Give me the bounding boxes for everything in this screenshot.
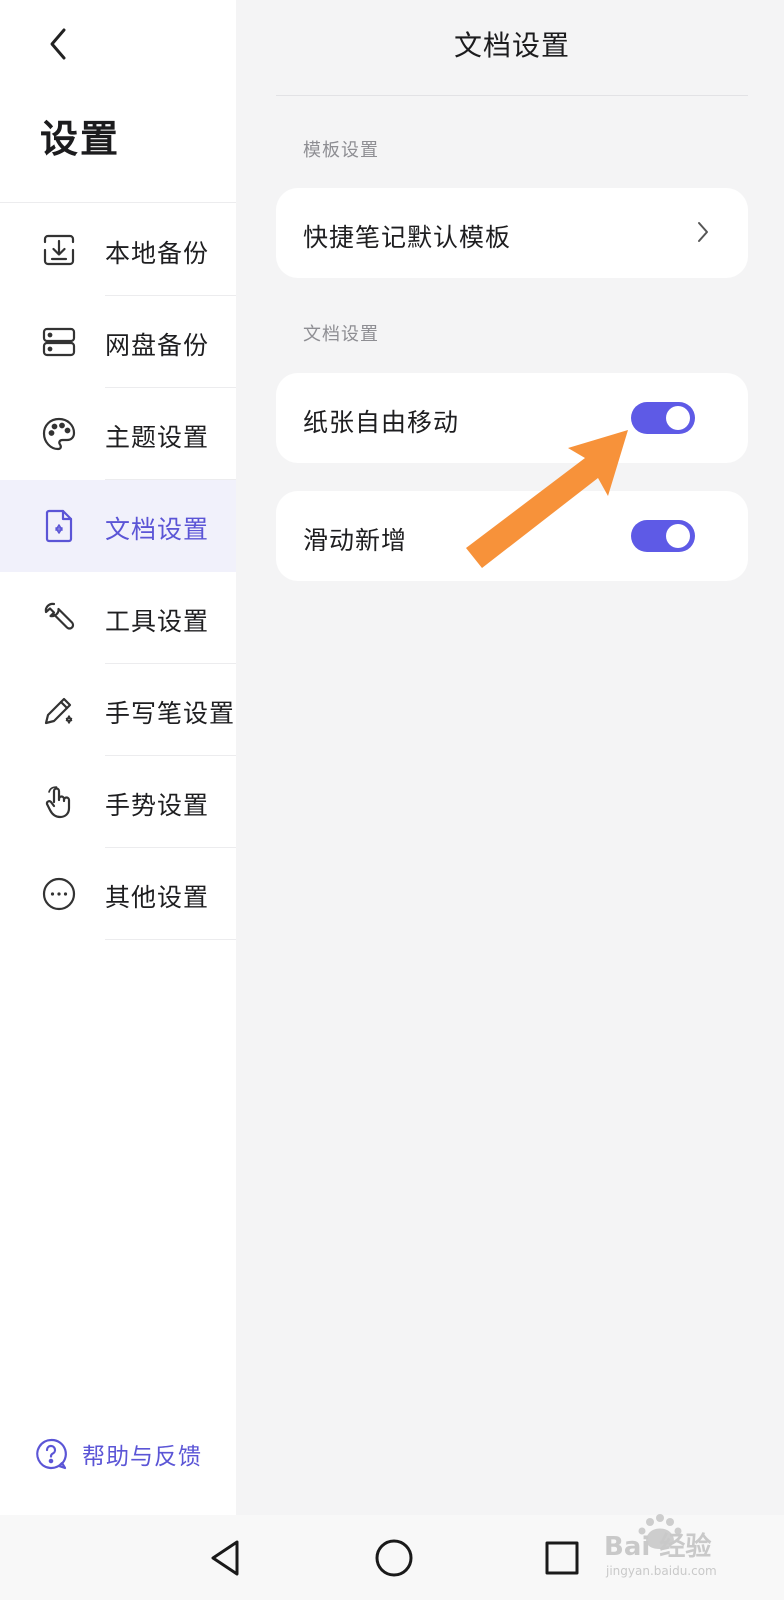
nav-item-label: 其他设置	[105, 883, 210, 912]
baidu-jingyan-watermark: Bai 经验 jingyan.baidu.com	[604, 1514, 717, 1578]
annotation-arrow	[466, 430, 628, 568]
cloud-backup-icon	[40, 323, 78, 361]
help-feedback-link[interactable]: 帮助与反馈	[34, 1437, 202, 1471]
document-settings-icon	[40, 507, 78, 545]
sidebar-title: 设置	[40, 117, 121, 161]
nav-item-label: 手势设置	[105, 791, 210, 820]
divider	[276, 95, 748, 96]
watermark-text: Bai 经验	[604, 1531, 711, 1562]
toggle-knob	[666, 524, 690, 548]
nav-item-label: 工具设置	[105, 607, 210, 636]
chevron-right-icon	[698, 222, 708, 242]
nav-item-label: 本地备份	[105, 239, 210, 268]
nav-item-document-settings[interactable]: 文档设置	[0, 480, 236, 572]
local-backup-icon	[40, 231, 78, 269]
section-label-template: 模板设置	[303, 140, 379, 161]
toggle-knob	[666, 406, 690, 430]
triangle-back-icon	[211, 1540, 239, 1576]
settings-sidebar: 设置 本地备份 网盘备份 主题设置 文档设置 工具设置 手写笔设置 手势设置 其…	[0, 0, 236, 1515]
watermark-subtext: jingyan.baidu.com	[605, 1564, 717, 1578]
nav-item-label: 文档设置	[105, 515, 210, 544]
nav-item-label: 手写笔设置	[105, 699, 236, 728]
nav-back-button[interactable]	[201, 1534, 249, 1582]
palette-icon	[40, 415, 78, 453]
free-paper-move-label: 纸张自由移动	[303, 408, 460, 437]
divider	[0, 202, 236, 203]
wrench-icon	[40, 599, 78, 637]
square-recents-icon	[545, 1541, 579, 1575]
nav-item-label: 网盘备份	[105, 331, 210, 360]
more-icon	[40, 875, 78, 913]
default-template-row[interactable]: 快捷笔记默认模板	[276, 188, 748, 278]
default-template-label: 快捷笔记默认模板	[303, 223, 512, 252]
help-label: 帮助与反馈	[82, 1444, 202, 1470]
back-button[interactable]	[36, 22, 80, 66]
help-icon	[36, 1438, 67, 1470]
back-arrow-icon	[50, 28, 66, 60]
nav-home-button[interactable]	[370, 1534, 418, 1582]
section-label-document: 文档设置	[303, 324, 379, 345]
divider	[105, 939, 236, 940]
nav-item-theme[interactable]: 主题设置	[0, 388, 236, 480]
pen-settings-icon	[40, 691, 78, 729]
nav-item-gestures[interactable]: 手势设置	[0, 756, 236, 848]
nav-item-local-backup[interactable]: 本地备份	[0, 204, 236, 296]
nav-item-pen-settings[interactable]: 手写笔设置	[0, 664, 236, 756]
page-title: 文档设置	[453, 29, 570, 62]
nav-recents-button[interactable]	[538, 1534, 586, 1582]
nav-item-cloud-backup[interactable]: 网盘备份	[0, 296, 236, 388]
nav-item-label: 主题设置	[105, 423, 210, 452]
hand-gesture-icon	[40, 783, 78, 821]
nav-item-other[interactable]: 其他设置	[0, 848, 236, 940]
settings-nav: 本地备份 网盘备份 主题设置 文档设置 工具设置 手写笔设置 手势设置 其他设置	[0, 204, 236, 940]
circle-home-icon	[375, 1539, 413, 1577]
nav-item-tools[interactable]: 工具设置	[0, 572, 236, 664]
swipe-add-label: 滑动新增	[303, 526, 408, 555]
